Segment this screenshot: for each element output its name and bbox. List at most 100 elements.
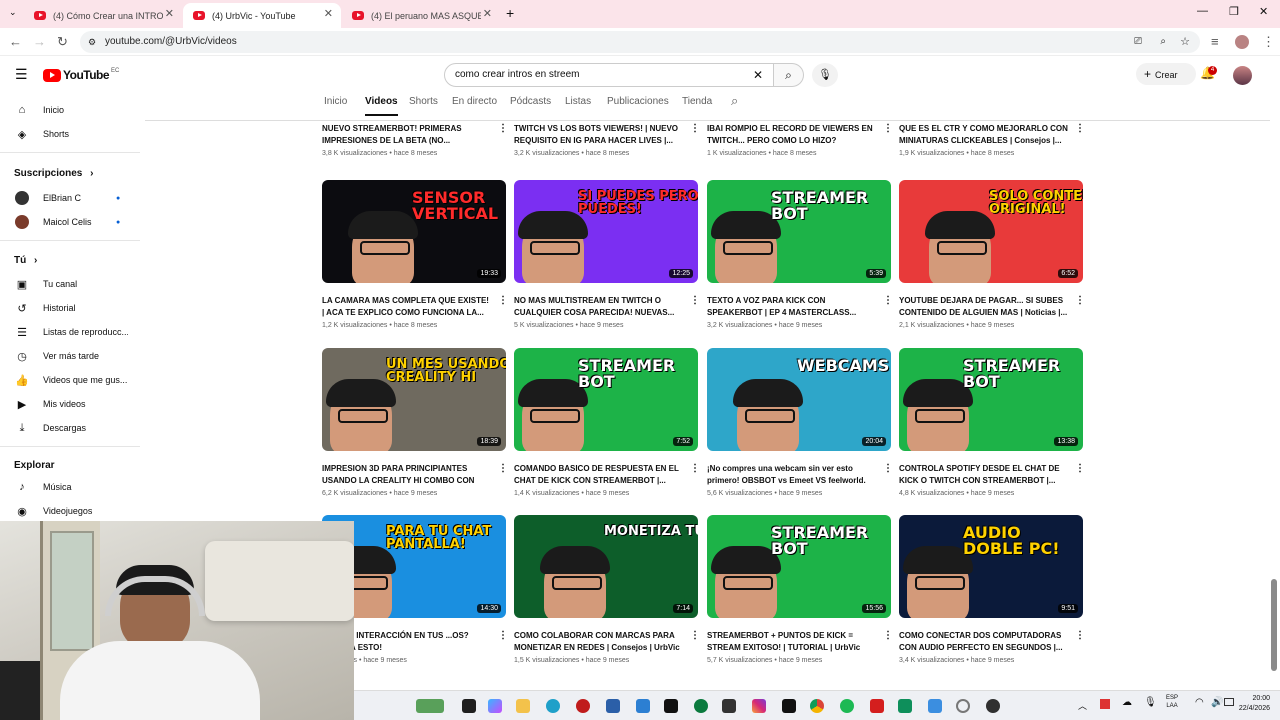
more-options-icon[interactable]: ⋮ (498, 123, 508, 134)
reload-icon[interactable]: ↻ (57, 34, 68, 50)
back-icon[interactable]: ← (9, 34, 22, 49)
taskbar-copilot-icon[interactable] (488, 699, 502, 713)
sidebar-item-descargas[interactable]: ⤓ Descargas (0, 418, 140, 438)
video-title[interactable]: IMPRESION 3D PARA PRINCIPIANTES USANDO L… (322, 463, 492, 487)
taskbar-chrome-icon[interactable] (810, 699, 824, 713)
video-card[interactable]: SOLO CONTENIDO ORIGINAL! 6:52 YOUTUBE DEJA… (899, 180, 1085, 330)
video-card[interactable]: WEBCAMS 20:04 ¡No compres una webcam sin v… (707, 348, 893, 498)
video-thumbnail[interactable]: MONETIZA TUS REDES 7:14 (514, 515, 698, 618)
search-input[interactable]: como crear intros en streem ✕ (444, 63, 774, 87)
profile-avatar[interactable] (1235, 35, 1249, 49)
restore-icon[interactable]: ❐ (1229, 5, 1239, 18)
browser-tab-active[interactable]: (4) UrbVic - YouTube ✕ (183, 3, 341, 28)
tab-shorts[interactable]: Shorts (409, 96, 438, 107)
more-options-icon[interactable]: ⋮ (1075, 123, 1085, 134)
subscriptions-heading[interactable]: Suscripciones › (14, 168, 93, 179)
tab-podcasts[interactable]: Pódcasts (510, 96, 551, 107)
tab-inicio[interactable]: Inicio (324, 96, 347, 107)
more-options-icon[interactable]: ⋮ (1075, 463, 1085, 474)
video-title[interactable]: COMO COLABORAR CON MARCAS PARA MONETIZAR… (514, 630, 684, 653)
taskbar-tiktok-icon[interactable] (782, 699, 796, 713)
more-options-icon[interactable]: ⋮ (690, 295, 700, 306)
video-title[interactable]: NUEVO STREAMERBOT! PRIMERAS IMPRESIONES … (322, 123, 492, 146)
video-card[interactable]: STREAMER BOT 7:52 COMANDO BASICO DE RESPUE… (514, 348, 700, 498)
clear-search-icon[interactable]: ✕ (753, 64, 763, 86)
video-card[interactable]: UN MES USANDO LA CREALITY HI 18:39 IMPRESI… (322, 348, 508, 498)
taskbar-app-icon[interactable] (928, 699, 942, 713)
more-options-icon[interactable]: ⋮ (498, 463, 508, 474)
reading-list-icon[interactable]: ≡ (1211, 34, 1219, 49)
video-title[interactable]: ¡No compres una webcam sin ver esto prim… (707, 463, 877, 486)
video-thumbnail[interactable]: STREAMER BOT 15:56 (707, 515, 891, 618)
more-options-icon[interactable]: ⋮ (498, 630, 508, 641)
taskbar-clock[interactable]: 20:00 22/4/2026 (1226, 694, 1270, 714)
video-title[interactable]: COMANDO BASICO DE RESPUESTA EN EL CHAT D… (514, 463, 684, 486)
video-thumbnail[interactable]: SENSOR VERTICAL 19:33 (322, 180, 506, 283)
site-info-icon[interactable]: ⚙ (88, 31, 96, 53)
more-options-icon[interactable]: ⋮ (1075, 630, 1085, 641)
new-tab-icon[interactable]: + (506, 5, 514, 21)
video-card[interactable]: AUDIO DOBLE PC! 9:51 COMO CONECTAR DOS COM… (899, 515, 1085, 665)
close-tab-icon[interactable]: ✕ (324, 7, 333, 20)
taskbar-netflix-icon[interactable] (664, 699, 678, 713)
video-card[interactable]: STREAMER BOT 13:38 CONTROLA SPOTIFY DESDE … (899, 348, 1085, 498)
video-title[interactable]: TEXTO A VOZ PARA KICK CON SPEAKERBOT | E… (707, 295, 877, 318)
sidebar-item-musica[interactable]: ♪ Música (0, 477, 140, 497)
video-thumbnail[interactable]: SOLO CONTENIDO ORIGINAL! 6:52 (899, 180, 1083, 283)
taskbar-edge-icon[interactable] (546, 699, 560, 713)
sidebar-item-mis-videos[interactable]: ▶ Mis videos (0, 394, 140, 414)
url-field[interactable]: ⚙ youtube.com/@UrbVic/videos ⎚ ⌕ ☆ (80, 31, 1200, 53)
sidebar-item-listas[interactable]: ☰ Listas de reproducc... (0, 322, 140, 342)
video-title[interactable]: LA CAMARA MAS COMPLETA QUE EXISTE! | ACA… (322, 295, 492, 318)
video-card[interactable]: STREAMER BOT 5:39 TEXTO A VOZ PARA KICK CO… (707, 180, 893, 330)
video-thumbnail[interactable]: STREAMER BOT 7:52 (514, 348, 698, 451)
tab-listas[interactable]: Listas (565, 96, 591, 107)
tab-videos[interactable]: Videos (365, 96, 398, 116)
tray-cloud-icon[interactable]: ☁ (1122, 697, 1132, 708)
taskbar-app-icon[interactable] (576, 699, 590, 713)
channel-search-icon[interactable]: ⌕ (731, 93, 738, 109)
video-title[interactable]: YOUTUBE DEJARA DE PAGAR... SI SUBES CONT… (899, 295, 1069, 318)
taskbar-app-icon[interactable] (956, 699, 970, 713)
taskbar-app-icon[interactable] (636, 699, 650, 713)
taskbar-app-icon[interactable] (606, 699, 620, 713)
more-options-icon[interactable]: ⋮ (498, 295, 508, 306)
taskbar-obs-icon[interactable] (986, 699, 1000, 713)
video-card[interactable]: SENSOR VERTICAL 19:33 LA CAMARA MAS COMPLE… (322, 180, 508, 330)
subscription-item[interactable]: ElBrian C ● (0, 188, 140, 208)
close-tab-icon[interactable]: ✕ (483, 7, 492, 20)
wifi-icon[interactable]: ◠ (1195, 697, 1204, 708)
taskbar-app-icon[interactable] (694, 699, 708, 713)
tab-publicaciones[interactable]: Publicaciones (607, 96, 669, 107)
scrollbar-thumb[interactable] (1271, 579, 1277, 671)
more-options-icon[interactable]: ⋮ (883, 295, 893, 306)
sidebar-item-historial[interactable]: ↺ Historial (0, 298, 140, 318)
zoom-icon[interactable]: ⌕ (1160, 31, 1166, 53)
video-title[interactable]: TWITCH VS LOS BOTS VIEWERS! | NUEVO REQU… (514, 123, 684, 146)
video-thumbnail[interactable]: SI PUEDES PERO NO PUEDES! 12:25 (514, 180, 698, 283)
tab-tienda[interactable]: Tienda (682, 96, 712, 107)
more-options-icon[interactable]: ⋮ (690, 630, 700, 641)
minimize-icon[interactable]: — (1197, 5, 1208, 17)
taskbar-folder-icon[interactable] (516, 699, 530, 713)
more-options-icon[interactable]: ⋮ (1075, 295, 1085, 306)
taskbar-terminal-icon[interactable] (462, 699, 476, 713)
video-thumbnail[interactable]: STREAMER BOT 13:38 (899, 348, 1083, 451)
sidebar-item-ver-mas-tarde[interactable]: ◷ Ver más tarde (0, 346, 140, 366)
video-thumbnail[interactable]: WEBCAMS 20:04 (707, 348, 891, 451)
tab-list-chevron-icon[interactable]: ⌄ (9, 7, 17, 18)
video-card[interactable]: SI PUEDES PERO NO PUEDES! 12:25 NO MAS MUL… (514, 180, 700, 330)
sidebar-item-inicio[interactable]: ⌂ Inicio (0, 100, 140, 120)
sidebar-item-tu-canal[interactable]: ▣ Tu canal (0, 274, 140, 294)
forward-icon[interactable]: → (33, 34, 46, 49)
tray-mic-icon[interactable]: 🎙 (1144, 697, 1157, 708)
video-thumbnail[interactable]: UN MES USANDO LA CREALITY HI 18:39 (322, 348, 506, 451)
video-card[interactable]: STREAMER BOT 15:56 STREAMERBOT + PUNTOS DE… (707, 515, 893, 665)
taskbar-spotify-icon[interactable] (840, 699, 854, 713)
video-title[interactable]: NO MAS MULTISTREAM EN TWITCH O CUALQUIER… (514, 295, 684, 318)
more-options-icon[interactable]: ⋮ (883, 630, 893, 641)
volume-icon[interactable]: 🔊 (1211, 697, 1223, 708)
browser-tab[interactable]: (4) Cómo Crear una INTRO Pro... ✕ (24, 3, 182, 28)
video-thumbnail[interactable]: STREAMER BOT 5:39 (707, 180, 891, 283)
tray-app-icon[interactable] (1100, 699, 1110, 709)
